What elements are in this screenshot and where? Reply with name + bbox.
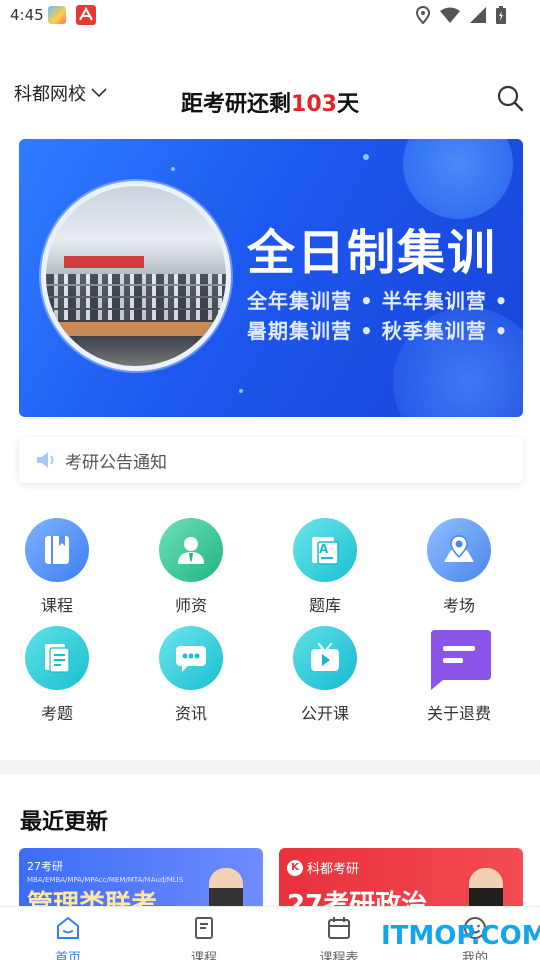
document-icon <box>25 626 89 690</box>
tab-home[interactable]: 首页 <box>18 915 118 960</box>
photo-banner-sign <box>64 256 144 268</box>
grid-label: 考场 <box>442 596 475 615</box>
svg-text:A: A <box>319 542 329 556</box>
search-icon[interactable] <box>496 84 524 112</box>
message-icon <box>427 626 491 690</box>
grid-label: 考题 <box>40 704 73 723</box>
grid-label: 公开课 <box>300 704 349 723</box>
grid-label: 关于退费 <box>426 704 491 723</box>
book-icon <box>195 917 213 939</box>
home-icon <box>57 917 79 939</box>
map-location-icon <box>427 518 491 582</box>
banner-dot <box>171 167 175 171</box>
brand-logo-icon: K <box>287 859 303 876</box>
tab-label: 课程 <box>190 951 217 960</box>
header: 科都网校 距考研还剩103天 <box>0 74 540 124</box>
book-icon <box>25 518 89 582</box>
status-bar: 4:45 <box>0 0 540 30</box>
training-photo <box>41 181 231 371</box>
calendar-icon <box>328 917 350 939</box>
app-notification-icon <box>48 6 66 24</box>
acrobat-icon <box>76 5 96 25</box>
grid-item-question-bank[interactable]: A 题库 <box>270 518 380 616</box>
exam-countdown: 距考研还剩103天 <box>0 86 540 118</box>
chat-icon <box>159 626 223 690</box>
banner-dot <box>239 389 243 393</box>
grid-label: 师资 <box>174 596 207 615</box>
grid-label: 题库 <box>308 596 341 615</box>
banner-subtitle-2: 暑期集训营 • 秋季集训营 • <box>247 319 509 343</box>
banner-decoration <box>403 139 513 219</box>
grid-label: 资讯 <box>174 704 207 723</box>
grid-item-course[interactable]: 课程 <box>2 518 112 616</box>
countdown-prefix: 距考研还剩 <box>181 92 292 117</box>
tv-play-icon <box>293 626 357 690</box>
section-divider <box>0 760 540 774</box>
battery-icon <box>496 6 506 24</box>
banner-title: 全日制集训 <box>247 225 498 281</box>
countdown-days: 103 <box>291 92 337 117</box>
tab-label: 首页 <box>54 951 81 960</box>
speaker-icon <box>37 452 54 468</box>
card-brand-name: 科都考研 <box>307 862 360 877</box>
app-screen: 4:45 科都网校 距考研还剩103天 全日制集训 全年集训营 • 半年集训营 … <box>0 0 540 960</box>
status-time: 4:45 <box>10 6 44 24</box>
card-tag: 27考研 <box>27 860 63 873</box>
watermark: ITMOP.COM <box>381 921 540 951</box>
promo-banner[interactable]: 全日制集训 全年集训营 • 半年集训营 • 暑期集训营 • 秋季集训营 • <box>19 139 523 417</box>
card-brand: K 科都考研 <box>287 858 359 877</box>
card-program-list: MBA/EMBA/MPA/MPAcc/MEM/MTA/MAud/MLIS <box>27 876 184 884</box>
banner-subtitle-1: 全年集训营 • 半年集训营 • <box>247 289 509 313</box>
teacher-icon <box>159 518 223 582</box>
announcement-text: 考研公告通知 <box>65 452 167 473</box>
tab-courses[interactable]: 课程 <box>154 915 254 960</box>
announcement-bar[interactable]: 考研公告通知 <box>19 437 523 483</box>
status-indicators <box>416 6 506 24</box>
grid-item-refund[interactable]: 关于退费 <box>404 626 514 724</box>
tab-schedule[interactable]: 课程表 <box>289 915 389 960</box>
grid-item-news[interactable]: 资讯 <box>136 626 246 724</box>
grid-item-open-course[interactable]: 公开课 <box>270 626 380 724</box>
countdown-suffix: 天 <box>336 92 359 117</box>
signal-icon <box>470 7 486 23</box>
location-icon <box>416 6 430 24</box>
grid-item-teachers[interactable]: 师资 <box>136 518 246 616</box>
banner-dot <box>363 154 369 160</box>
question-bank-icon: A <box>293 518 357 582</box>
grid-item-exam-venue[interactable]: 考场 <box>404 518 514 616</box>
wifi-icon <box>440 7 460 23</box>
section-title-recent: 最近更新 <box>20 810 109 835</box>
classroom-image <box>46 186 226 366</box>
tab-label: 课程表 <box>319 951 359 960</box>
grid-label: 课程 <box>40 596 73 615</box>
grid-item-exam-questions[interactable]: 考题 <box>2 626 112 724</box>
